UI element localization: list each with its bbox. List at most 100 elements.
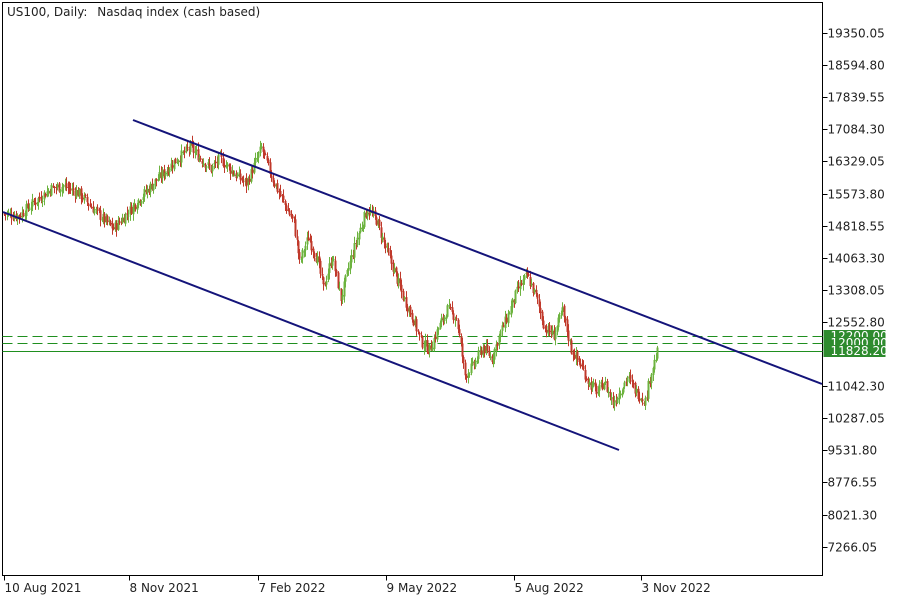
candle-body — [65, 183, 68, 188]
x-axis: 10 Aug 2021 8 Nov 2021 7 Feb 2022 9 May 202… — [4, 575, 711, 595]
candle-body — [650, 374, 653, 384]
candle-body — [338, 288, 341, 290]
candle-body — [505, 317, 508, 323]
candle-body — [647, 380, 650, 399]
candle-body — [90, 206, 93, 208]
candle-body — [341, 295, 344, 300]
candle-body — [356, 237, 359, 245]
price-tags: 12200.0012000.0011828.20 — [823, 329, 888, 358]
candle-body — [279, 191, 282, 196]
candle-body — [545, 329, 548, 333]
x-tick-label: 8 Nov 2021 — [130, 581, 199, 595]
candle-body — [112, 227, 115, 230]
candle-body — [508, 313, 511, 315]
candle-body — [415, 319, 418, 332]
candle-body — [254, 158, 257, 163]
candle-body — [445, 317, 448, 319]
candle-body — [502, 325, 505, 327]
candle-body — [298, 252, 301, 259]
candle-body — [164, 172, 167, 176]
candle-body — [72, 188, 75, 191]
candle-body — [610, 397, 613, 399]
candle-body — [257, 152, 260, 158]
candle-body — [563, 305, 566, 317]
candle-body — [393, 268, 396, 273]
candle-body — [127, 215, 130, 217]
candle-body — [350, 255, 353, 263]
candle-body — [397, 278, 400, 284]
candle-body — [321, 274, 324, 276]
candle-body — [585, 378, 588, 380]
candle-body — [536, 294, 539, 299]
candle-body — [480, 350, 483, 355]
y-axis: 19350.05 18594.80 17839.55 17084.30 16329.05… — [822, 27, 885, 555]
candle-body — [567, 330, 570, 341]
candle-body — [192, 144, 195, 153]
candle-body — [211, 165, 214, 172]
x-tick-label: 5 Aug 2022 — [515, 581, 584, 595]
candle-body — [511, 298, 514, 308]
y-tick-label: 17084.30 — [828, 123, 885, 137]
price-tag-label: 11828.20 — [831, 344, 888, 358]
candle-body — [387, 248, 390, 253]
candle-body — [59, 190, 62, 193]
candle-body — [517, 286, 520, 289]
candle-body — [307, 237, 310, 240]
candle-body — [496, 343, 499, 347]
candle-body — [347, 268, 350, 271]
candle-body — [168, 169, 171, 173]
candle-body — [437, 328, 440, 331]
candle-body — [294, 219, 297, 237]
candle-body — [50, 184, 53, 196]
candle-body — [582, 365, 585, 370]
candle-body — [233, 174, 236, 176]
candle-body — [155, 179, 158, 181]
candle-body — [28, 209, 31, 211]
candle-body — [400, 284, 403, 292]
candle-body — [613, 401, 616, 406]
candle-body — [440, 318, 443, 323]
candle-body — [390, 255, 393, 264]
candle-body — [214, 162, 217, 164]
candle-body — [134, 204, 137, 209]
candle-body — [325, 281, 328, 285]
candle-body — [202, 163, 205, 166]
candle-body — [44, 194, 47, 197]
candle-body — [607, 391, 610, 394]
y-tick-label: 11042.30 — [828, 380, 885, 394]
candle-body — [22, 212, 25, 216]
candle-body — [449, 307, 452, 309]
candle-body — [471, 360, 474, 364]
candle-body — [273, 183, 276, 186]
candle-body — [428, 344, 431, 352]
candle-body — [564, 317, 567, 321]
candle-body — [310, 241, 313, 251]
y-tick-label: 13308.05 — [828, 284, 885, 298]
candle-body — [282, 195, 285, 200]
chart-window: 19350.05 18594.80 17839.55 17084.30 16329.05… — [0, 0, 900, 600]
x-tick-label: 10 Aug 2021 — [5, 581, 82, 595]
candle-body — [152, 184, 155, 191]
candle-body — [579, 363, 582, 367]
candle-body — [576, 351, 579, 360]
candle-body — [62, 185, 65, 188]
y-tick-label: 8021.30 — [828, 509, 878, 523]
candle-body — [93, 209, 96, 214]
candle-body — [464, 362, 467, 376]
candle-body — [461, 343, 464, 357]
candle-body — [616, 398, 619, 403]
candle-body — [84, 194, 87, 197]
candle-body — [395, 267, 398, 272]
candle-body — [431, 347, 434, 351]
candle-body — [205, 166, 208, 168]
candle-body — [530, 284, 533, 286]
candle-body — [344, 275, 347, 282]
y-tick-label: 10287.05 — [828, 412, 885, 426]
candle-body — [412, 320, 415, 326]
candle-body — [103, 213, 106, 223]
candle-body — [656, 347, 659, 359]
candle-body — [455, 318, 458, 320]
candle-body — [301, 249, 304, 259]
candle-body — [507, 313, 510, 324]
y-tick-label: 15573.80 — [828, 188, 885, 202]
